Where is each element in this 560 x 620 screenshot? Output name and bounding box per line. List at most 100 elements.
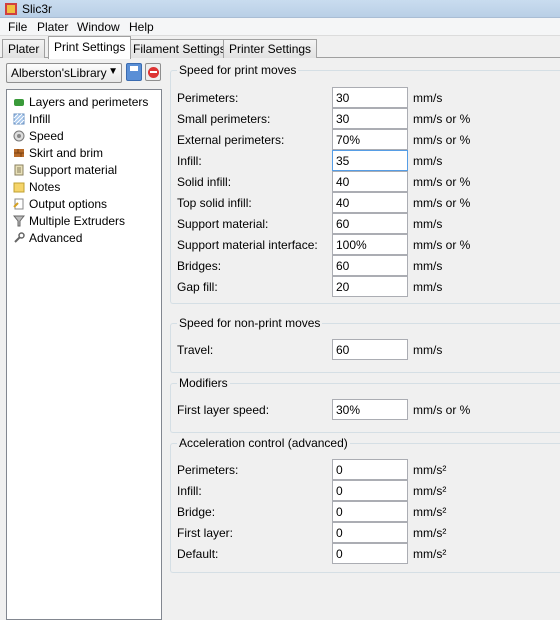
setting-unit: mm/s: [413, 154, 443, 168]
tab-bar: Plater Print Settings Filament Settings …: [0, 36, 560, 59]
chevron-down-icon: ▼: [108, 66, 118, 77]
setting-unit: mm/s²: [413, 526, 447, 540]
setting-unit: mm/s²: [413, 463, 447, 477]
setting-label: Top solid infill:: [177, 196, 252, 210]
setting-label: First layer:: [177, 526, 234, 540]
window-title: Slic3r: [22, 2, 53, 16]
setting-row: External perimeters: mm/s or %: [177, 129, 560, 150]
setting-row: Gap fill: mm/s: [177, 276, 560, 297]
infill-speed-field[interactable]: [332, 150, 408, 171]
menu-file[interactable]: File: [6, 20, 29, 34]
setting-label: Bridge:: [177, 505, 216, 519]
setting-unit: mm/s²: [413, 484, 447, 498]
support-interface-speed-field[interactable]: [332, 234, 408, 255]
top-solid-infill-speed-field[interactable]: [332, 192, 408, 213]
setting-label: Travel:: [177, 343, 214, 357]
first-layer-acceleration-field[interactable]: [332, 522, 408, 543]
setting-unit: mm/s²: [413, 505, 447, 519]
menu-window[interactable]: Window: [75, 20, 122, 34]
setting-row: Infill: mm/s²: [177, 480, 560, 501]
setting-label: Support material:: [177, 217, 269, 231]
menu-plater[interactable]: Plater: [35, 20, 70, 34]
setting-unit: mm/s or %: [413, 196, 471, 210]
setting-label: Bridges:: [177, 259, 222, 273]
slic3r-logo-icon: [5, 3, 17, 15]
solid-infill-speed-field[interactable]: [332, 171, 408, 192]
setting-label: Perimeters:: [177, 91, 239, 105]
extruder-icon: [13, 215, 25, 227]
setting-unit: mm/s: [413, 259, 443, 273]
setting-label: Infill:: [177, 154, 202, 168]
save-icon: [130, 66, 138, 71]
group-title: Speed for print moves: [177, 63, 299, 77]
setting-row: Support material: mm/s: [177, 213, 560, 234]
setting-label: Default:: [177, 547, 219, 561]
setting-row: Bridges: mm/s: [177, 255, 560, 276]
group-non-print-moves: Speed for non-print moves Travel: mm/s: [170, 316, 560, 373]
perimeters-speed-field[interactable]: [332, 87, 408, 108]
first-layer-speed-field[interactable]: [332, 399, 408, 420]
bridges-speed-field[interactable]: [332, 255, 408, 276]
travel-speed-field[interactable]: [332, 339, 408, 360]
tab-filament-settings[interactable]: Filament Settings: [127, 39, 232, 58]
skirt-icon: [14, 149, 24, 157]
setting-unit: mm/s or %: [413, 175, 471, 189]
setting-row: Solid infill: mm/s or %: [177, 171, 560, 192]
settings-tree: Layers and perimeters Infill Speed Skirt…: [6, 89, 162, 620]
setting-unit: mm/s²: [413, 547, 447, 561]
setting-label: Gap fill:: [177, 280, 218, 294]
setting-row: First layer speed: mm/s or %: [177, 399, 560, 420]
preset-dropdown[interactable]: Alberston'sLibrary ▼: [6, 63, 122, 83]
delete-preset-button[interactable]: [145, 63, 161, 81]
setting-unit: mm/s or %: [413, 133, 471, 147]
gap-fill-speed-field[interactable]: [332, 276, 408, 297]
setting-label: External perimeters:: [177, 133, 285, 147]
setting-row: Default: mm/s²: [177, 543, 560, 564]
external-perimeters-speed-field[interactable]: [332, 129, 408, 150]
tab-printer-settings[interactable]: Printer Settings: [223, 39, 318, 58]
setting-label: First layer speed:: [177, 403, 270, 417]
group-title: Speed for non-print moves: [177, 316, 323, 330]
left-panel: Alberston'sLibrary ▼ Layers and perimete…: [0, 58, 168, 620]
tab-plater[interactable]: Plater: [2, 39, 46, 58]
group-modifiers: Modifiers First layer speed: mm/s or %: [170, 376, 560, 433]
save-preset-button[interactable]: [126, 63, 142, 81]
setting-row: Support material interface: mm/s or %: [177, 234, 560, 255]
setting-unit: mm/s: [413, 217, 443, 231]
setting-label: Solid infill:: [177, 175, 232, 189]
infill-acceleration-field[interactable]: [332, 480, 408, 501]
small-perimeters-speed-field[interactable]: [332, 108, 408, 129]
setting-unit: mm/s: [413, 280, 443, 294]
setting-row: Infill: mm/s: [177, 150, 560, 171]
group-print-moves: Speed for print moves Perimeters: mm/s S…: [170, 63, 560, 304]
tab-print-settings[interactable]: Print Settings: [48, 36, 132, 59]
setting-row: Small perimeters: mm/s or %: [177, 108, 560, 129]
group-acceleration: Acceleration control (advanced) Perimete…: [170, 436, 560, 573]
group-title: Acceleration control (advanced): [177, 436, 350, 450]
setting-row: Bridge: mm/s²: [177, 501, 560, 522]
support-icon: [14, 164, 24, 176]
delete-icon: [148, 67, 159, 78]
notes-icon: [13, 182, 25, 193]
setting-label: Infill:: [177, 484, 202, 498]
setting-row: Top solid infill: mm/s or %: [177, 192, 560, 213]
bridge-acceleration-field[interactable]: [332, 501, 408, 522]
setting-unit: mm/s: [413, 343, 443, 357]
setting-label: Support material interface:: [177, 238, 318, 252]
speed-icon: [13, 130, 25, 142]
default-acceleration-field[interactable]: [332, 543, 408, 564]
setting-row: Perimeters: mm/s: [177, 87, 560, 108]
perimeters-acceleration-field[interactable]: [332, 459, 408, 480]
setting-label: Small perimeters:: [177, 112, 271, 126]
setting-row: Travel: mm/s: [177, 339, 560, 360]
title-bar: Slic3r: [0, 0, 560, 18]
layers-icon: [14, 99, 24, 106]
setting-label: Perimeters:: [177, 463, 239, 477]
setting-row: First layer: mm/s²: [177, 522, 560, 543]
menu-help[interactable]: Help: [127, 20, 156, 34]
setting-row: Perimeters: mm/s²: [177, 459, 560, 480]
group-title: Modifiers: [177, 376, 230, 390]
preset-value: Alberston'sLibrary: [11, 66, 107, 80]
support-material-speed-field[interactable]: [332, 213, 408, 234]
settings-panel: Speed for print moves Perimeters: mm/s S…: [168, 58, 560, 620]
